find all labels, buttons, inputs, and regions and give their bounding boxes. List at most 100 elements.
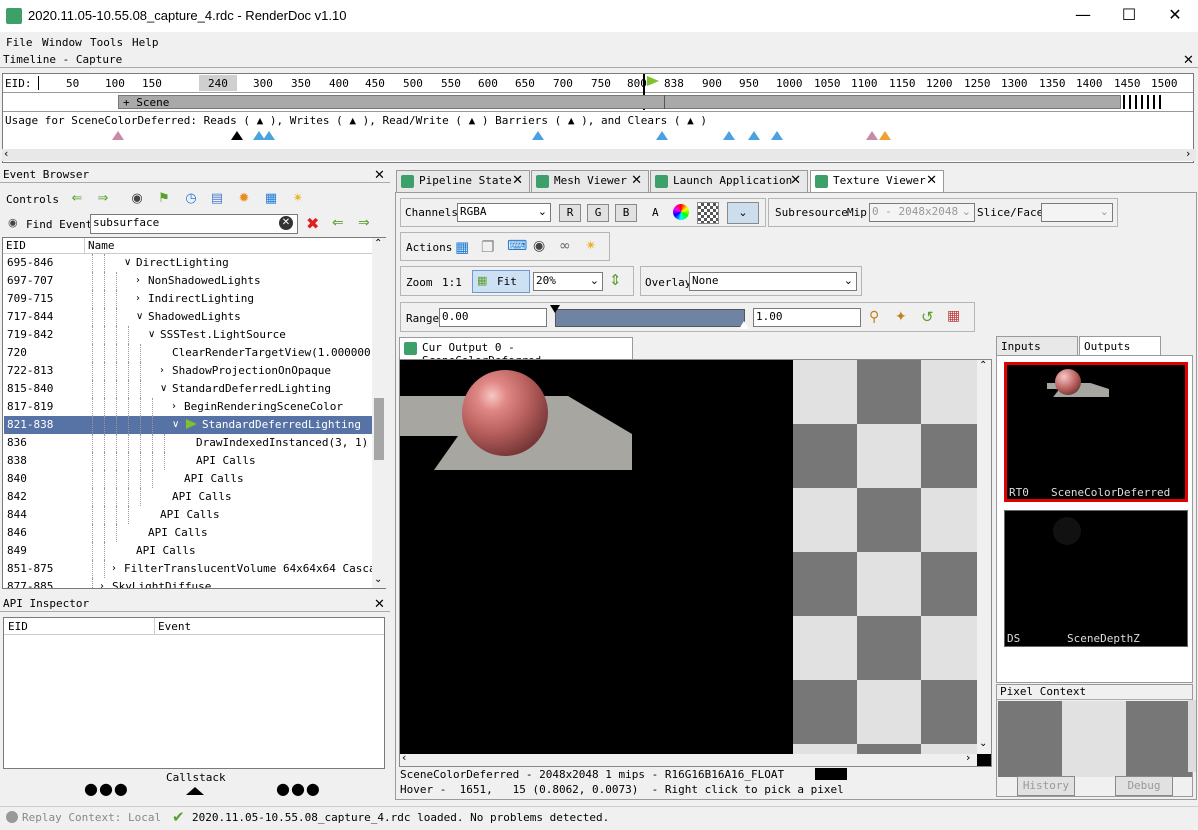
event-tree-row[interactable]: 717-844 ∨ ShadowedLights <box>4 308 372 326</box>
pixel-context-view[interactable] <box>998 701 1192 777</box>
range-max-input[interactable]: 1.00 <box>753 308 861 327</box>
clear-search-icon[interactable]: ✕ <box>279 216 293 230</box>
event-tree-row[interactable]: 851-875 › FilterTranslucentVolume 64x64x64… <box>4 560 372 578</box>
fit-button[interactable]: ▦ Fit <box>472 270 530 293</box>
overlay-select[interactable]: None ⌄ <box>689 272 857 291</box>
event-tree-row[interactable]: 720 ClearRenderTargetView(1.000000 <box>4 344 372 362</box>
scene-bar-label[interactable]: + Scene <box>123 96 169 109</box>
plugin-icon[interactable]: ✴ <box>585 238 597 254</box>
find-next-icon[interactable]: ⇒ <box>358 215 370 231</box>
zoom-range-icon[interactable]: ⚲ <box>869 309 879 325</box>
api-col-eid[interactable]: EID <box>8 620 28 633</box>
chevron-right-icon[interactable]: › <box>136 290 140 307</box>
minimize-icon[interactable]: — <box>1060 0 1106 32</box>
canvas-vscroll[interactable]: ⌃ ⌄ <box>977 360 991 754</box>
close-tab-icon[interactable]: ✕ <box>926 173 937 188</box>
range-black-point-handle[interactable] <box>550 305 560 313</box>
menu-tools[interactable]: Tools <box>90 36 123 49</box>
chevron-down-icon[interactable]: ∨ <box>160 380 167 397</box>
maximize-icon[interactable]: ☐ <box>1106 0 1152 32</box>
timeline-hscrollbar[interactable]: ‹ › <box>2 147 1196 161</box>
tab-cur-output[interactable]: Cur Output 0 - SceneColorDeferred <box>399 337 633 367</box>
channel-g-toggle[interactable]: G <box>587 204 609 222</box>
range-histogram[interactable] <box>555 309 745 327</box>
find-prev-icon[interactable]: ⇐ <box>332 215 344 231</box>
event-tree-row[interactable]: 697-707 › NonShadowedLights <box>4 272 372 290</box>
close-tab-icon[interactable]: ✕ <box>512 173 523 188</box>
event-tree-row[interactable]: 815-840 ∨ StandardDeferredLighting <box>4 380 372 398</box>
splitter-dots-icon[interactable]: ●●● <box>84 779 129 798</box>
reset-range-icon[interactable]: ↺ <box>921 308 934 326</box>
flip-vertical-icon[interactable]: ⇕ <box>609 271 622 289</box>
chevron-down-icon[interactable]: ∨ <box>136 308 143 325</box>
scroll-right-icon[interactable]: › <box>1186 147 1190 160</box>
next-event-icon[interactable]: ⇒ <box>94 191 112 207</box>
expand-callstack-icon[interactable] <box>186 787 204 795</box>
event-tree-row[interactable]: 849 API Calls <box>4 542 372 560</box>
col-name-header[interactable]: Name <box>88 239 115 252</box>
color-wheel-icon[interactable] <box>673 204 689 220</box>
channels-select[interactable]: RGBA ⌄ <box>457 203 551 222</box>
range-white-point-handle[interactable] <box>739 321 749 329</box>
scroll-down-icon[interactable]: ⌄ <box>979 738 987 749</box>
event-browser-close-icon[interactable]: ✕ <box>374 169 385 182</box>
event-tree-row[interactable]: 836 DrawIndexedInstanced(3, 1) <box>4 434 372 452</box>
histogram-icon[interactable]: ▦ <box>947 308 960 324</box>
col-eid-header[interactable]: EID <box>6 239 26 252</box>
api-inspector-close-icon[interactable]: ✕ <box>374 598 385 611</box>
close-window-icon[interactable]: ✕ <box>1152 0 1198 32</box>
debug-button[interactable]: Debug <box>1115 776 1173 796</box>
chevron-right-icon[interactable]: › <box>136 272 140 289</box>
event-tree-row[interactable]: 840 API Calls <box>4 470 372 488</box>
event-tree-row[interactable]: 846 API Calls <box>4 524 372 542</box>
chevron-down-icon[interactable]: ∨ <box>148 326 155 343</box>
zoom-1-1-button[interactable]: 1:1 <box>442 276 462 289</box>
save-texture-icon[interactable]: ▦ <box>455 238 469 256</box>
scroll-right-icon[interactable]: › <box>966 751 970 764</box>
chevron-right-icon[interactable]: › <box>160 362 164 379</box>
zoom-select[interactable]: 20% ⌄ <box>533 272 603 291</box>
tab-inputs[interactable]: Inputs <box>996 336 1078 356</box>
scroll-up-icon[interactable]: ⌃ <box>979 360 987 371</box>
channel-options-dropdown[interactable]: ⌄ <box>727 202 759 224</box>
event-tree-row[interactable]: 838 API Calls <box>4 452 372 470</box>
scene-bar[interactable] <box>118 95 1121 109</box>
event-tree-row[interactable]: 719-842 ∨ SSSTest.LightSource <box>4 326 372 344</box>
open-texture-icon[interactable]: ⌨ <box>507 238 527 254</box>
tab-texture-viewer[interactable]: Texture Viewer ✕ <box>810 170 944 192</box>
event-tree-row[interactable]: 709-715 › IndirectLighting <box>4 290 372 308</box>
close-tab-icon[interactable]: ✕ <box>790 173 801 188</box>
prev-event-icon[interactable]: ⇐ <box>68 191 86 207</box>
event-tree-vscroll[interactable]: ⌃ ⌄ <box>372 238 386 588</box>
channel-r-toggle[interactable]: R <box>559 204 581 222</box>
bookmark-flag-icon[interactable]: ⚑ <box>155 191 173 207</box>
save-icon[interactable]: ▦ <box>262 191 280 207</box>
chevron-down-icon[interactable]: ∨ <box>124 254 131 271</box>
tab-launch-application[interactable]: Launch Application ✕ <box>650 170 808 192</box>
chevron-down-icon[interactable]: ∨ <box>172 416 179 433</box>
event-tree-row[interactable]: 821-838 ∨ StandardDeferredLighting <box>4 416 372 434</box>
time-durations-icon[interactable]: ◷ <box>182 191 200 207</box>
api-col-event[interactable]: Event <box>158 620 191 633</box>
find-event-input[interactable]: subsurface ✕ <box>90 214 298 234</box>
event-tree-row[interactable]: 844 API Calls <box>4 506 372 524</box>
copy-icon[interactable]: ❐ <box>481 238 494 256</box>
menu-help[interactable]: Help <box>132 36 159 49</box>
cancel-search-icon[interactable]: ✖ <box>306 214 319 233</box>
link-icon[interactable]: ∞ <box>559 238 571 254</box>
settings-icon[interactable]: ✹ <box>235 191 253 207</box>
tab-outputs[interactable]: Outputs <box>1079 336 1161 356</box>
scroll-up-icon[interactable]: ⌃ <box>374 238 382 249</box>
chevron-right-icon[interactable]: › <box>112 560 116 577</box>
event-tree-row[interactable]: 695-846 ∨ DirectLighting <box>4 254 372 272</box>
locate-binoculars-icon[interactable]: ◉ <box>533 238 545 254</box>
auto-fit-wand-icon[interactable]: ✦ <box>895 309 907 325</box>
checkerboard-background-icon[interactable] <box>697 202 719 224</box>
range-min-input[interactable]: 0.00 <box>439 308 547 327</box>
event-tree-row[interactable]: 877-885 › SkyLightDiffuse <box>4 578 372 588</box>
tab-pipeline-state[interactable]: Pipeline State ✕ <box>396 170 530 192</box>
close-tab-icon[interactable]: ✕ <box>631 173 642 188</box>
event-tree-row[interactable]: 722-813 › ShadowProjectionOnOpaque <box>4 362 372 380</box>
history-button[interactable]: History <box>1017 776 1075 796</box>
channel-b-toggle[interactable]: B <box>615 204 637 222</box>
